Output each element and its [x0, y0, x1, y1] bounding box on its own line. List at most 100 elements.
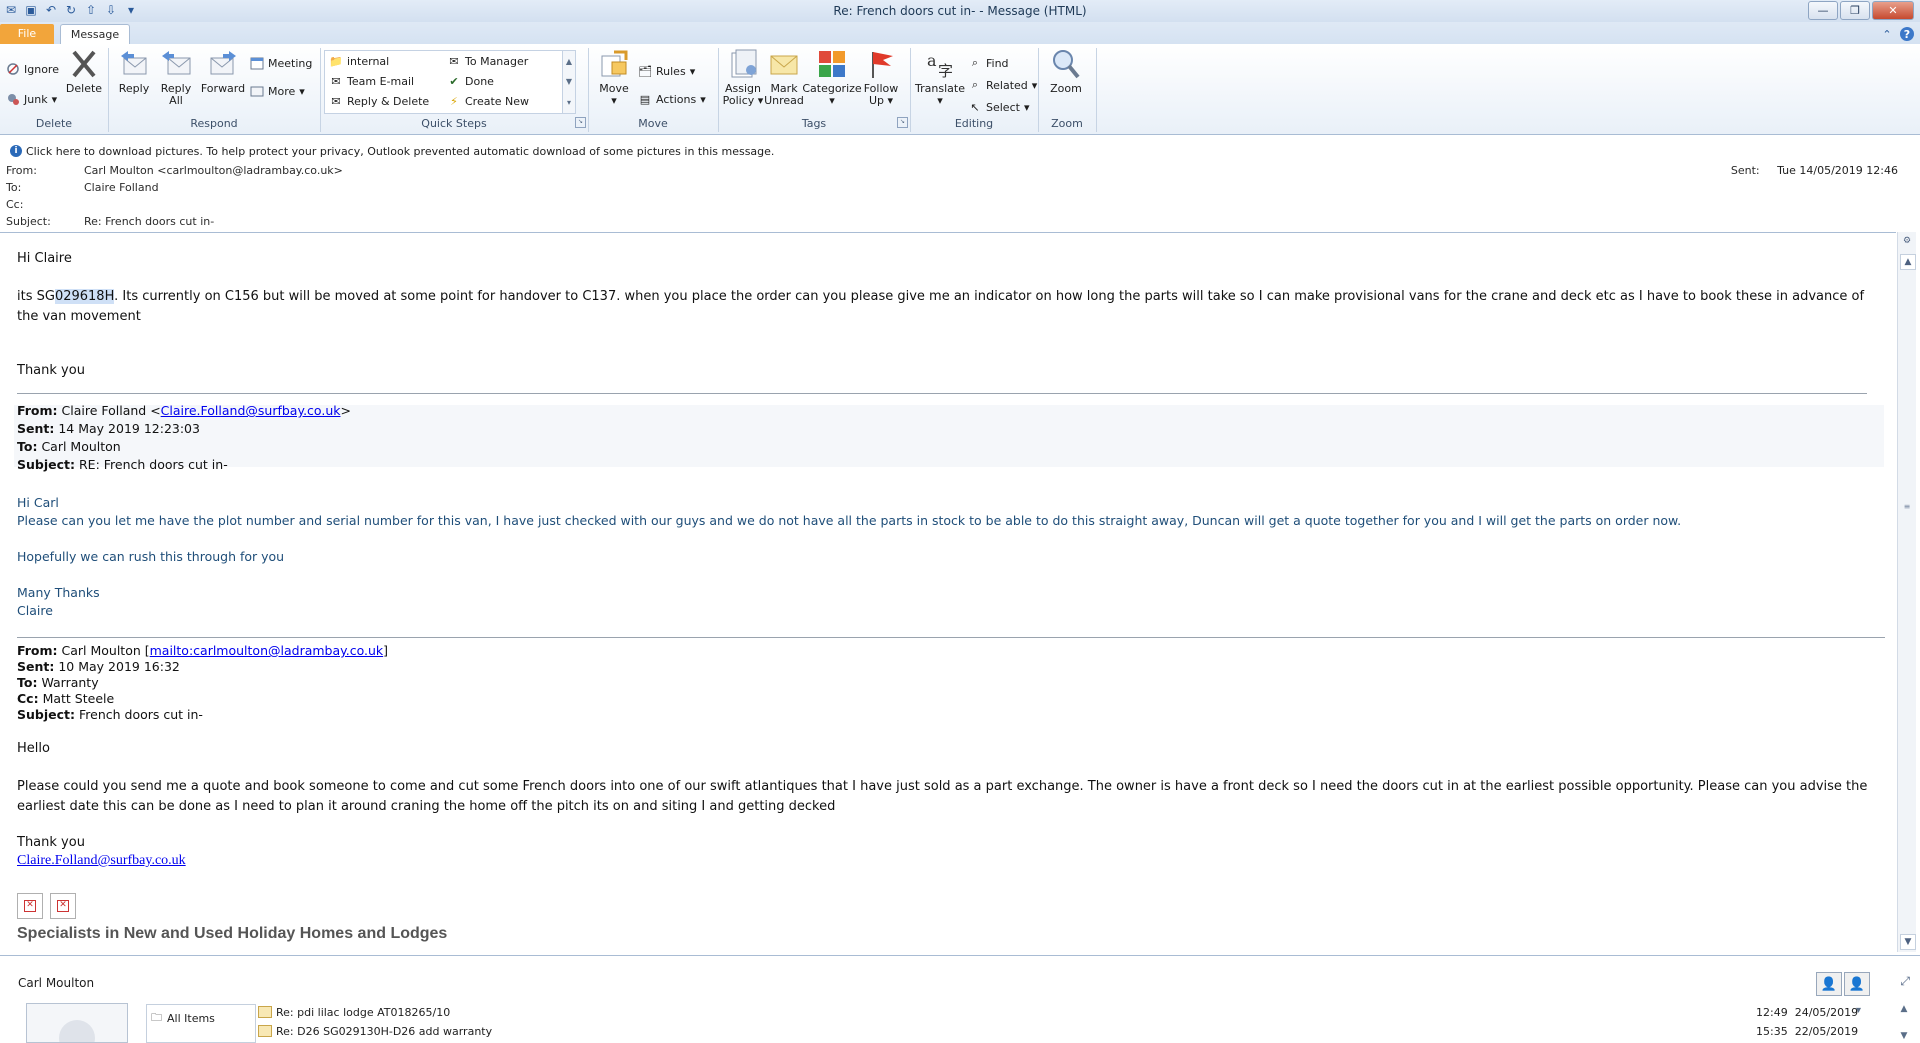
scroll-down-icon[interactable]: ▼	[1900, 934, 1916, 950]
find-button[interactable]: ⌕ Find	[968, 54, 1009, 72]
ribbon: Ignore Junk ▾ Delete Delete Reply Reply A…	[0, 44, 1920, 135]
group-delete: Ignore Junk ▾ Delete Delete	[0, 48, 109, 132]
people-pane-message-list: Re: pdi lilac lodge AT018265/10 12:49 24…	[258, 1004, 1878, 1041]
quick-step-team-email[interactable]: ✉ Team E-mail	[329, 72, 414, 90]
more-button[interactable]: More ▾	[250, 82, 305, 100]
info-icon: i	[10, 145, 22, 157]
broken-image-icon[interactable]: ✕	[50, 893, 76, 919]
sent-label: Sent:	[1730, 164, 1760, 177]
mark-unread-button[interactable]: Mark Unread	[764, 48, 804, 107]
close-button[interactable]: ✕	[1872, 1, 1914, 20]
q1-text: Please can you let me have the plot numb…	[17, 513, 1682, 528]
message-body[interactable]: Hi Claire its SG029618H. Its currently o…	[0, 232, 1896, 953]
group-label-editing: Editing	[954, 117, 994, 130]
signature-tagline: Specialists in New and Used Holiday Home…	[17, 925, 448, 942]
meeting-button[interactable]: Meeting	[250, 54, 312, 72]
rules-button[interactable]: 🗂 Rules ▾	[638, 62, 695, 80]
q2-thanks: Thank you	[17, 835, 85, 850]
subject-label: Subject:	[6, 215, 51, 228]
q1-sign: Claire	[17, 603, 53, 618]
contact-photo-icon[interactable]: 👤	[1844, 972, 1870, 996]
quick-step-done[interactable]: ✔ Done	[447, 72, 494, 90]
q2-subject: Subject: French doors cut in-	[17, 707, 203, 722]
reply-all-button[interactable]: Reply All	[158, 48, 194, 107]
related-button[interactable]: ⌕ Related ▾	[968, 76, 1037, 94]
q1-from-email-link[interactable]: Claire.Folland@surfbay.co.uk	[161, 403, 341, 418]
meeting-icon	[250, 56, 264, 70]
q1-from: From: Claire Folland <Claire.Folland@sur…	[17, 403, 351, 418]
tab-message[interactable]: Message	[60, 24, 130, 44]
expand-gallery-icon[interactable]: ▾	[567, 98, 571, 107]
quick-steps-scroll[interactable]: ▲ ▼ ▾	[562, 51, 575, 113]
download-pictures-infobar[interactable]: i Click here to download pictures. To he…	[0, 144, 1920, 160]
subject-value: Re: French doors cut in-	[84, 215, 215, 228]
assign-policy-button[interactable]: Assign Policy ▾	[722, 48, 764, 107]
categorize-icon	[819, 51, 845, 77]
group-editing: a字 Translate ▾ ⌕ Find ⌕ Related ▾ ↖ Select ▾ …	[910, 48, 1039, 132]
group-respond: Reply Reply All Forward Meeting More ▾ Re…	[108, 48, 321, 132]
move-icon	[601, 50, 628, 77]
expand-people-pane-icon[interactable]: ⤢	[1900, 974, 1910, 989]
related-icon: ⌕	[971, 78, 979, 91]
reply-delete-icon: ✉	[331, 94, 341, 108]
quick-step-create-new[interactable]: ⚡ Create New	[447, 92, 529, 110]
ignore-icon	[6, 62, 20, 76]
minimize-button[interactable]: —	[1808, 1, 1838, 20]
q2-link: Claire.Folland@surfbay.co.uk	[17, 853, 186, 869]
reply-all-icon	[162, 51, 191, 75]
junk-button[interactable]: Junk ▾	[6, 90, 57, 108]
categorize-button[interactable]: Categorize ▾	[802, 48, 862, 107]
scroll-up-icon[interactable]: ▲	[566, 57, 572, 66]
actions-button[interactable]: ▤ Actions ▾	[638, 90, 706, 108]
quick-step-to-manager[interactable]: ✉ To Manager	[447, 52, 528, 70]
list-item[interactable]: Re: D26 SG029130H-D26 add warranty 15:35…	[258, 1023, 1878, 1041]
reply-button[interactable]: Reply	[116, 48, 152, 95]
group-label-quick-steps: Quick Steps	[421, 117, 487, 130]
scroll-up-icon[interactable]: ▲	[1900, 254, 1916, 270]
group-move: Move ▾ 🗂 Rules ▾ ▤ Actions ▾ Move	[588, 48, 719, 132]
group-label-tags: Tags	[801, 117, 827, 130]
message-scrollbar[interactable]: ⚙ ▲ ≡ ▼	[1897, 232, 1916, 952]
chevron-down-icon[interactable]: ▾	[1856, 1005, 1861, 1016]
maximize-button[interactable]: ❐	[1840, 1, 1870, 20]
select-button[interactable]: ↖ Select ▾	[968, 98, 1029, 116]
tab-file[interactable]: File	[0, 24, 54, 44]
move-button[interactable]: Move ▾	[596, 48, 632, 107]
quick-step-internal[interactable]: 📁 internal	[329, 52, 389, 70]
scroll-thumb[interactable]: ≡	[1902, 502, 1912, 526]
settings-icon[interactable]: ⚙	[1900, 234, 1914, 248]
zoom-button[interactable]: Zoom	[1048, 48, 1084, 95]
scroll-up-icon[interactable]: ▲	[1901, 1004, 1908, 1014]
translate-button[interactable]: a字 Translate ▾	[914, 48, 966, 107]
selected-text: 029618H	[54, 289, 115, 304]
people-pane-scrollbar[interactable]: ▲ ▼	[1898, 1004, 1910, 1041]
quick-step-reply-delete[interactable]: ✉ Reply & Delete	[329, 92, 429, 110]
q1-rush: Hopefully we can rush this through for y…	[17, 549, 285, 564]
group-label-delete: Delete	[35, 117, 73, 130]
q2-from-email-link[interactable]: mailto:carlmoulton@ladrambay.co.uk	[150, 643, 384, 658]
from-value[interactable]: Carl Moulton <carlmoulton@ladrambay.co.u…	[84, 164, 343, 177]
all-items-filter[interactable]: 🗀 All Items	[146, 1004, 256, 1043]
ignore-button[interactable]: Ignore	[6, 60, 59, 78]
signature-email-link[interactable]: Claire.Folland@surfbay.co.uk	[17, 853, 186, 868]
to-value[interactable]: Claire Folland	[84, 181, 159, 194]
q2-to: To: Warranty	[17, 675, 99, 690]
reply-icon	[121, 51, 147, 75]
help-icon[interactable]: ?	[1900, 27, 1914, 41]
follow-up-button[interactable]: Follow Up ▾	[860, 48, 902, 107]
svg-text:a: a	[927, 51, 937, 70]
body-thanks: Thank you	[17, 363, 85, 378]
delete-button[interactable]: Delete	[64, 48, 104, 95]
group-quick-steps: 📁 internal ✉ To Manager ✉ Team E-mail ✔ Done…	[320, 48, 589, 132]
forward-button[interactable]: Forward	[200, 48, 246, 95]
contact-photo-icon[interactable]: 👤	[1816, 972, 1842, 996]
envelope-icon	[258, 1025, 272, 1037]
junk-icon	[6, 92, 20, 106]
window-controls: — ❐ ✕	[1808, 1, 1914, 20]
group-label-respond: Respond	[190, 117, 238, 130]
scroll-down-icon[interactable]: ▼	[566, 77, 572, 86]
q2-text: Please could you send me a quote and boo…	[17, 779, 1868, 814]
broken-image-icon[interactable]: ✕	[17, 893, 43, 919]
list-item[interactable]: Re: pdi lilac lodge AT018265/10 12:49 24…	[258, 1004, 1878, 1022]
collapse-ribbon-icon[interactable]: ⌃	[1880, 27, 1894, 41]
